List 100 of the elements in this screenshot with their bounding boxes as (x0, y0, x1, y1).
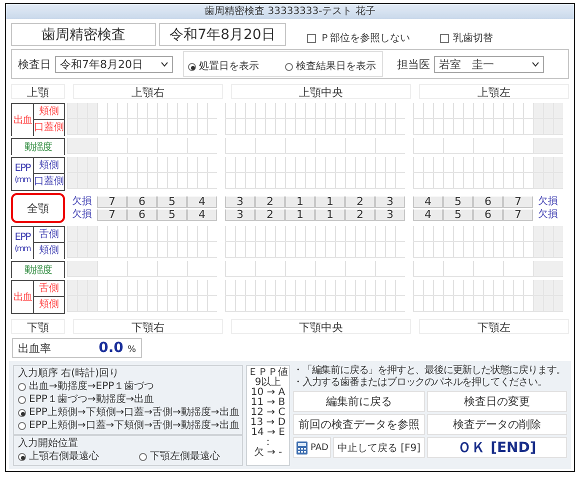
missing-label: 欠損 (538, 196, 558, 208)
action-button[interactable]: 前回の検査データを参照 (293, 414, 425, 435)
missing-label: 欠損 (72, 208, 92, 220)
row-group-label: 出血 (12, 104, 34, 136)
row-label: 舌側 (34, 281, 64, 297)
ok-button[interactable]: ＯＫ [END] (427, 437, 567, 458)
tooth-button[interactable]: 3 (225, 196, 255, 208)
checkbox[interactable] (307, 34, 316, 42)
tooth-button[interactable]: 2 (255, 208, 285, 220)
radio-label[interactable]: 上顎右側最遠心 (29, 450, 99, 463)
window-title: 歯周精密検査 33333333-テスト 花子 (6, 4, 574, 19)
bleeding-rate-label: 出血率 (18, 341, 51, 357)
instruction-note: ・入力する歯番またはブロックのパネルを押してください。 (293, 377, 548, 389)
field-label: 検査日 (18, 56, 51, 72)
caret-icon (161, 62, 168, 66)
row-group-label: 出血 (12, 281, 34, 313)
tooth-button[interactable]: 3 (375, 208, 405, 220)
group-legend: 入力順序 右(時計)回り (18, 367, 238, 380)
section-header: 下顎 (11, 319, 65, 334)
radio-label[interactable]: 下顎左側最遠心 (150, 450, 220, 463)
tooth-button[interactable]: 3 (225, 208, 255, 220)
full-jaw-button[interactable]: 全顎 (11, 193, 65, 223)
tooth-button[interactable]: 5 (157, 208, 187, 220)
radio-button[interactable] (188, 62, 196, 70)
radio-button[interactable] (18, 452, 26, 460)
radio-label[interactable]: EPP上頬側→口蓋→下頬側→舌側→動揺度→出血 (29, 419, 240, 432)
checkbox-label[interactable]: Ｐ部位を参照しない (320, 31, 410, 45)
row-group-label: 動揺度 (24, 140, 53, 154)
tooth-button[interactable]: 4 (187, 196, 217, 208)
radio-label[interactable]: 出血→動揺度→EPP１歯づつ (29, 380, 154, 393)
legend-line: ＥＰＰ値 (248, 368, 288, 378)
legend-line: 10 → A (250, 388, 286, 398)
tooth-button[interactable]: 1 (315, 196, 345, 208)
tooth-button[interactable]: 4 (413, 196, 443, 208)
tooth-button[interactable]: 2 (255, 196, 285, 208)
exam-date-box: 令和7年8月20日 (159, 23, 286, 46)
legend-line: 12 → C (250, 408, 286, 418)
checkbox[interactable] (440, 34, 449, 42)
calculator-icon (296, 440, 308, 454)
row-label: 頬側 (38, 298, 60, 312)
instruction-note: ・「編集前に戻る」を押すと、最後に更新した状態に戻ります。 (293, 365, 567, 376)
section-header: 上顎左 (419, 84, 569, 99)
missing-label: 欠損 (72, 196, 92, 208)
radio-button[interactable] (18, 396, 26, 404)
checkbox-label[interactable]: 乳歯切替 (453, 31, 493, 45)
tooth-button[interactable]: 6 (127, 208, 157, 220)
section-header: 上顎 (11, 84, 65, 99)
tooth-button[interactable]: 4 (187, 208, 217, 220)
pad-button[interactable]: PAD (293, 437, 331, 458)
action-button[interactable]: 検査データの削除 (427, 414, 567, 435)
tooth-button[interactable]: 3 (375, 196, 405, 208)
tooth-button[interactable]: 7 (97, 208, 127, 220)
tooth-button[interactable]: 7 (97, 196, 127, 208)
section-header: 下顎左 (419, 319, 569, 334)
tooth-button[interactable]: 1 (315, 208, 345, 220)
radio-label[interactable]: EPP１歯づつ→動揺度→出血 (29, 393, 154, 406)
radio-button[interactable] (285, 62, 293, 70)
radio-label[interactable]: EPP上頬側→下頬側→口蓋→舌側→動揺度→出血 (29, 406, 240, 419)
tooth-button[interactable]: 7 (503, 208, 533, 220)
missing-label: 欠損 (538, 208, 558, 220)
radio-label[interactable]: 処置日を表示 (199, 60, 259, 73)
action-button[interactable]: 中止して戻る [F9] (333, 437, 425, 458)
bleeding-rate-value: 0.0 (98, 339, 124, 357)
action-button[interactable]: 検査日の変更 (427, 391, 567, 412)
section-header: 上顎右 (73, 84, 223, 99)
tooth-button[interactable]: 1 (285, 208, 315, 220)
tooth-button[interactable]: 5 (443, 196, 473, 208)
field-label: 担当医 (397, 56, 430, 72)
tooth-button[interactable]: 6 (473, 196, 503, 208)
row-label: 頬側 (34, 104, 64, 120)
tooth-button[interactable]: 6 (127, 196, 157, 208)
group-legend: 入力開始位置 (18, 437, 238, 450)
row-group-label: EPP (mm (12, 158, 34, 190)
tooth-button[interactable]: 5 (157, 196, 187, 208)
action-button[interactable]: 編集前に戻る (293, 391, 425, 412)
radio-button[interactable] (18, 382, 26, 390)
radio-button[interactable] (18, 422, 26, 430)
tooth-button[interactable]: 7 (503, 196, 533, 208)
legend-line: 11 → B (250, 398, 286, 408)
legend-line: 13 → D (250, 418, 286, 428)
tooth-button[interactable]: 5 (443, 208, 473, 220)
tooth-button[interactable]: 2 (345, 208, 375, 220)
section-header: 下顎中央 (231, 319, 411, 334)
legend-line: 欠 → - (254, 448, 282, 458)
date-select[interactable]: 令和7年8月20日 (55, 56, 173, 72)
tooth-button[interactable]: 6 (473, 208, 503, 220)
row-group-label: 動揺度 (24, 264, 53, 278)
radio-button[interactable] (139, 452, 147, 460)
radio-button[interactable] (18, 408, 26, 416)
legend-line: 9以上 (254, 378, 282, 388)
tooth-button[interactable]: 2 (345, 196, 375, 208)
tooth-button[interactable]: 1 (285, 196, 315, 208)
radio-label[interactable]: 検査結果日を表示 (296, 60, 376, 73)
doctor-select[interactable]: 岩室 圭一 (434, 56, 544, 72)
caret-icon (532, 62, 539, 66)
row-label: 舌側 (34, 227, 64, 243)
row-label: 頬側 (38, 244, 60, 258)
tooth-button[interactable]: 4 (413, 208, 443, 220)
row-label: 口蓋側 (34, 174, 64, 189)
legend-line: ： (263, 438, 273, 448)
